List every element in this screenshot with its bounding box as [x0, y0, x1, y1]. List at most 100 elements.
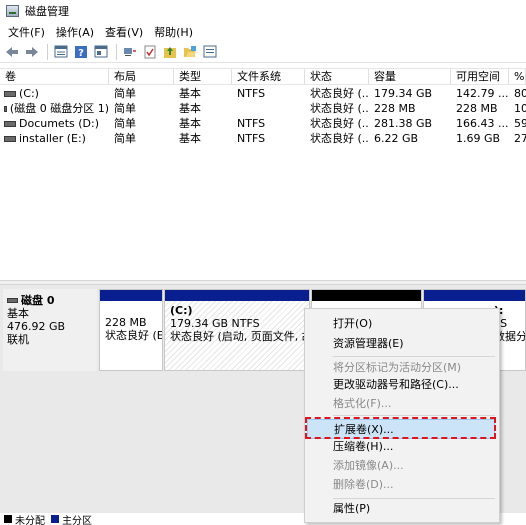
menu-delete-volume[interactable]: 删除卷(D)...: [305, 475, 499, 495]
column-volume[interactable]: 卷: [0, 69, 109, 85]
drive-icon: [4, 135, 16, 142]
drive-icon: [4, 120, 16, 127]
toolbar: ?: [0, 41, 526, 63]
volume-capacity: 179.34 GB: [374, 87, 433, 100]
disk-list-icon[interactable]: [52, 43, 70, 61]
legend-unallocated: 未分配: [15, 515, 45, 525]
column-free-space[interactable]: 可用空间: [451, 69, 509, 85]
partition-c[interactable]: (C:) 179.34 GB NTFS 状态良好 (启动, 页面文件, 故障: [164, 289, 310, 371]
volume-percent-free: 27: [514, 132, 526, 145]
menu-help[interactable]: 帮助(H): [150, 24, 197, 40]
disk-size: 476.92 GB: [7, 320, 66, 333]
toolbar-separator: [116, 43, 117, 60]
disk-icon: [7, 298, 18, 303]
legend-item: 主分区: [51, 512, 92, 525]
volume-layout: 简单: [114, 87, 136, 100]
open-folder-icon[interactable]: [181, 43, 199, 61]
help-icon[interactable]: ?: [72, 43, 90, 61]
volume-filesystem: NTFS: [237, 117, 266, 130]
volume-percent-free: 59: [514, 117, 526, 130]
column-status[interactable]: 状态: [305, 69, 369, 85]
partition-size: 179.34 GB NTFS: [170, 317, 260, 330]
column-layout[interactable]: 布局: [109, 69, 174, 85]
volume-capacity: 6.22 GB: [374, 132, 419, 145]
volume-list-header: 卷 布局 类型 文件系统 状态 容量 可用空间 %: [0, 68, 526, 85]
partition-status: 状态良好 (启动, 页面文件, 故障: [170, 330, 309, 343]
disk-state: 联机: [7, 333, 29, 346]
volume-row[interactable]: (C:) 简单 基本 NTFS 状态良好 (... 179.34 GB 142.…: [0, 86, 526, 101]
volume-name: (C:): [19, 87, 39, 100]
volume-row[interactable]: installer (E:) 简单 基本 NTFS 状态良好 (... 6.22…: [0, 131, 526, 146]
column-capacity[interactable]: 容量: [369, 69, 451, 85]
legend-item: 未分配: [4, 512, 45, 525]
partition-size: 228 MB: [105, 316, 147, 329]
volume-type: 基本: [179, 87, 201, 100]
check-icon[interactable]: [141, 43, 159, 61]
volume-name: installer (E:): [19, 132, 86, 145]
volume-filesystem: NTFS: [237, 132, 266, 145]
drive-icon: [4, 105, 7, 112]
volume-percent-free: 80: [514, 87, 526, 100]
menu-action[interactable]: 操作(A): [52, 24, 98, 40]
partition-bar: [312, 290, 421, 301]
menu-separator: [333, 356, 495, 357]
volume-status: 状态良好 (...: [310, 102, 369, 115]
menu-separator: [333, 415, 495, 416]
disk-type: 基本: [7, 307, 29, 320]
window-title: 磁盘管理: [25, 5, 69, 18]
partition-title: (C:): [170, 304, 193, 317]
legend-primary: 主分区: [62, 515, 92, 525]
disk-management-app-icon: [6, 5, 19, 17]
volume-name: Documets (D:): [19, 117, 100, 130]
column-percent-free[interactable]: %: [509, 69, 526, 85]
partition-bar: [100, 290, 162, 301]
svg-text:?: ?: [78, 48, 84, 59]
disk-info-panel[interactable]: 磁盘 0 基本 476.92 GB 联机: [3, 289, 97, 371]
partition-bar: [165, 290, 309, 301]
volume-row[interactable]: (磁盘 0 磁盘分区 1) 简单 基本 状态良好 (... 228 MB 228…: [0, 101, 526, 116]
partition-status: 状态良好 (E: [105, 329, 162, 342]
menu-change-drive-letter[interactable]: 更改驱动器号和路径(C)...: [305, 375, 499, 395]
forward-arrow-icon[interactable]: [23, 43, 41, 61]
volume-status: 状态良好 (...: [310, 117, 369, 130]
volume-layout: 简单: [114, 117, 136, 130]
menu-shrink-volume[interactable]: 压缩卷(H)...: [305, 437, 499, 457]
connect-icon[interactable]: [121, 43, 139, 61]
disk-name: 磁盘 0: [21, 294, 55, 307]
volume-type: 基本: [179, 117, 201, 130]
partition-efi[interactable]: 228 MB 状态良好 (E: [99, 289, 163, 371]
menu-properties[interactable]: 属性(P): [305, 499, 499, 519]
volume-capacity: 281.38 GB: [374, 117, 433, 130]
volume-free-space: 1.69 GB: [456, 132, 501, 145]
volume-type: 基本: [179, 102, 201, 115]
column-filesystem[interactable]: 文件系统: [232, 69, 305, 85]
volume-layout: 简单: [114, 102, 136, 115]
drive-icon: [4, 90, 16, 97]
back-arrow-icon[interactable]: [3, 43, 21, 61]
menu-format[interactable]: 格式化(F)...: [305, 394, 499, 414]
volume-percent-free: 10: [514, 102, 526, 115]
volume-status: 状态良好 (...: [310, 132, 369, 145]
primary-swatch: [51, 515, 59, 523]
volume-filesystem: NTFS: [237, 87, 266, 100]
console-icon[interactable]: [201, 43, 219, 61]
menu-view[interactable]: 查看(V): [101, 24, 147, 40]
volume-type: 基本: [179, 132, 201, 145]
volume-row[interactable]: Documets (D:) 简单 基本 NTFS 状态良好 (... 281.3…: [0, 116, 526, 131]
menu-extend-volume[interactable]: 扩展卷(X)...: [307, 419, 495, 439]
volume-free-space: 166.43 ...: [456, 117, 509, 130]
volume-status: 状态良好 (...: [310, 87, 369, 100]
unallocated-swatch: [4, 515, 12, 523]
volume-free-space: 142.79 ...: [456, 87, 509, 100]
title-bar: 磁盘管理: [0, 0, 526, 22]
menu-open[interactable]: 打开(O): [305, 314, 499, 334]
properties-icon[interactable]: [92, 43, 110, 61]
menu-explorer[interactable]: 资源管理器(E): [305, 334, 499, 354]
volume-capacity: 228 MB: [374, 102, 416, 115]
volume-free-space: 228 MB: [456, 102, 498, 115]
menu-file[interactable]: 文件(F): [4, 24, 49, 40]
context-menu: 打开(O) 资源管理器(E) 将分区标记为活动分区(M) 更改驱动器号和路径(C…: [304, 308, 500, 523]
column-type[interactable]: 类型: [174, 69, 232, 85]
menu-add-mirror[interactable]: 添加镜像(A)...: [305, 456, 499, 476]
folder-up-icon[interactable]: [161, 43, 179, 61]
